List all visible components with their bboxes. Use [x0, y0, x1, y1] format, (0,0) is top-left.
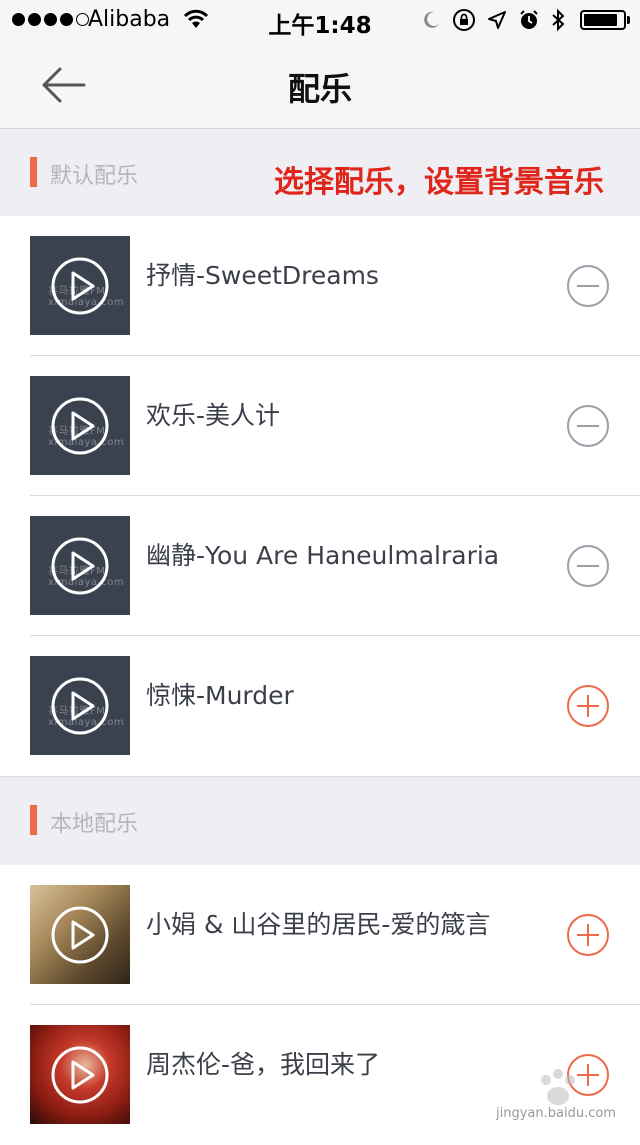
- nav-bar: 配乐: [0, 40, 640, 129]
- music-thumbnail: 喜马拉雅FM ximalaya.com: [30, 516, 130, 615]
- alarm-icon: [520, 10, 538, 29]
- section-header-local: 本地配乐: [0, 776, 640, 866]
- music-title: 抒情-SweetDreams: [146, 261, 379, 290]
- album-art-thumbnail: [30, 1025, 130, 1124]
- music-title: 幽静-You Are Haneulmalraria: [146, 541, 500, 570]
- music-thumbnail: 喜马拉雅FM ximalaya.com: [30, 656, 130, 755]
- play-icon[interactable]: [50, 536, 110, 596]
- music-item[interactable]: 喜马拉雅FM ximalaya.com 抒情-SweetDreams: [0, 216, 640, 356]
- bluetooth-icon: [552, 8, 565, 32]
- remove-circle-icon[interactable]: [566, 544, 610, 588]
- add-circle-icon[interactable]: [566, 684, 610, 728]
- remove-circle-icon[interactable]: [566, 264, 610, 308]
- music-title: 周杰伦-爸，我回来了: [146, 1050, 381, 1079]
- add-circle-icon[interactable]: [566, 913, 610, 957]
- music-item[interactable]: 喜马拉雅FM ximalaya.com 惊悚-Murder: [0, 636, 640, 776]
- instruction-annotation: 选择配乐，设置背景音乐: [274, 165, 604, 200]
- rotation-lock-icon: [453, 9, 475, 31]
- section-label: 本地配乐: [50, 812, 139, 837]
- remove-circle-icon[interactable]: [566, 404, 610, 448]
- music-thumbnail: 喜马拉雅FM ximalaya.com: [30, 236, 130, 335]
- play-icon[interactable]: [50, 676, 110, 736]
- album-art-thumbnail: [30, 885, 130, 984]
- section-header-default: 默认配乐 选择配乐，设置背景音乐: [0, 129, 640, 217]
- baidu-watermark-text: jingyan.baidu.com: [496, 1106, 616, 1121]
- battery-icon: [580, 10, 630, 30]
- music-item[interactable]: 喜马拉雅FM ximalaya.com 幽静-You Are Haneulmal…: [0, 496, 640, 636]
- section-accent-bar: [30, 157, 37, 187]
- music-item[interactable]: 喜马拉雅FM ximalaya.com 欢乐-美人计: [0, 356, 640, 496]
- moon-icon: [424, 11, 439, 28]
- music-thumbnail: 喜马拉雅FM ximalaya.com: [30, 376, 130, 475]
- play-icon[interactable]: [50, 905, 110, 965]
- music-title: 小娟 & 山谷里的居民-爱的箴言: [146, 910, 491, 939]
- play-icon[interactable]: [50, 1045, 110, 1105]
- section-label: 默认配乐: [50, 164, 139, 189]
- music-title: 欢乐-美人计: [146, 401, 281, 430]
- play-icon[interactable]: [50, 396, 110, 456]
- status-bar: Alibaba 上午1:48: [0, 0, 640, 40]
- music-item[interactable]: 小娟 & 山谷里的居民-爱的箴言: [0, 865, 640, 1005]
- music-title: 惊悚-Murder: [146, 681, 294, 710]
- play-icon[interactable]: [50, 256, 110, 316]
- section-accent-bar: [30, 805, 37, 835]
- page-title: 配乐: [287, 70, 352, 108]
- location-icon: [488, 11, 506, 29]
